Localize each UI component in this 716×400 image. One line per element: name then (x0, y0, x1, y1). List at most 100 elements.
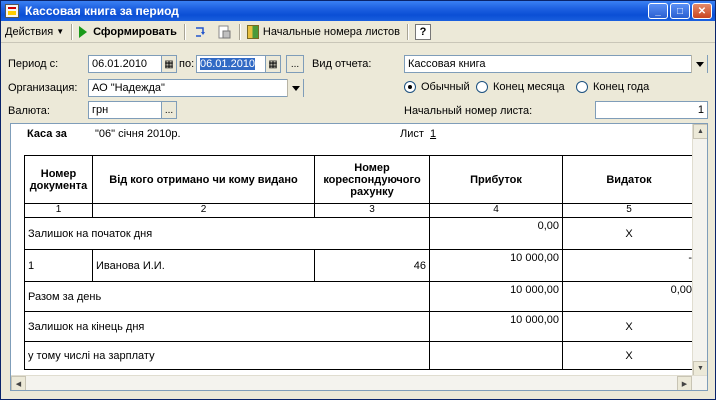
period-from-field[interactable]: 06.01.2010 (88, 55, 162, 73)
period-to-value: 06.01.2010 (200, 58, 256, 70)
period-to-field[interactable]: 06.01.2010 (196, 55, 266, 73)
currency-select-button[interactable]: ... (161, 101, 177, 119)
settings-button[interactable] (212, 22, 236, 42)
table-row: 1 Иванова И.И. 46 10 000,00 - (24, 249, 696, 282)
mode-year-end-label: Конец года (593, 81, 650, 93)
app-icon (5, 4, 19, 18)
toolbar: Действия ▼ Сформировать Начальные номера… (1, 21, 715, 43)
report-type-label: Вид отчета: (312, 58, 372, 70)
page-numbers-label: Начальные номера листов (262, 25, 400, 38)
chevron-down-icon: ▼ (56, 27, 65, 36)
day-total-label: Разом за день (24, 281, 430, 312)
actions-menu-label: Действия (5, 25, 54, 38)
opening-balance-expense: X (562, 217, 696, 250)
minimize-button[interactable]: _ (648, 3, 668, 19)
scroll-left-arrow[interactable]: ◀ (11, 376, 26, 390)
page-numbers-button[interactable]: Начальные номера листов (243, 22, 404, 42)
toolbar-separator (407, 23, 408, 40)
start-page-field[interactable]: 1 (595, 101, 708, 119)
header-doc-no: Номер документа (24, 155, 93, 204)
salary-expense: X (562, 341, 696, 370)
col-number: 5 (562, 203, 696, 218)
sheet-label: Лист (400, 128, 424, 140)
mode-month-end-radio[interactable]: Конец месяца (476, 81, 565, 93)
col-number: 4 (429, 203, 563, 218)
report-date: "06" січня 2010р. (95, 128, 181, 140)
scroll-up-arrow[interactable]: ▲ (693, 124, 707, 139)
entry-expense: - (562, 249, 696, 282)
header-income: Прибуток (429, 155, 563, 204)
cash-book-window: Кассовая книга за период _ □ ✕ Действия … (0, 0, 716, 400)
generate-label: Сформировать (93, 25, 177, 38)
refresh-button[interactable] (188, 22, 212, 42)
report-type-select[interactable]: Кассовая книга (404, 55, 708, 73)
report-type-value: Кассовая книга (408, 58, 486, 70)
mode-year-end-radio[interactable]: Конец года (576, 81, 649, 93)
header-corr-account: Номер кореспондуючого рахунку (314, 155, 430, 204)
closing-balance-label: Залишок на кінець дня (24, 311, 430, 342)
vertical-scrollbar[interactable]: ▲ ▼ (692, 124, 707, 376)
report-type-dropdown-button[interactable] (691, 55, 707, 73)
scroll-down-arrow[interactable]: ▼ (693, 361, 707, 376)
entry-income: 10 000,00 (429, 249, 563, 282)
period-select-button[interactable]: ... (286, 55, 304, 73)
help-button[interactable]: ? (411, 22, 435, 42)
entry-doc-no: 1 (24, 249, 93, 282)
maximize-button[interactable]: □ (670, 3, 690, 19)
opening-balance-label: Залишок на початок дня (24, 217, 430, 250)
title-bar: Кассовая книга за период _ □ ✕ (1, 1, 715, 21)
period-from-label: Период с: (8, 58, 59, 70)
table-header-row: Номер документа Від кого отримано чи ком… (24, 155, 696, 204)
calendar-icon: ▦ (268, 58, 278, 70)
start-page-label: Начальный номер листа: (404, 105, 533, 117)
scroll-right-arrow[interactable]: ▶ (677, 376, 692, 390)
calendar-from-button[interactable]: ▦ (161, 55, 177, 73)
mode-normal-label: Обычный (421, 81, 470, 93)
cash-book-table: Номер документа Від кого отримано чи ком… (24, 155, 696, 370)
actions-menu-button[interactable]: Действия ▼ (1, 22, 68, 42)
table-row: у тому числі на зарплату X (24, 341, 696, 370)
mode-normal-radio[interactable]: Обычный (404, 81, 470, 93)
col-number: 3 (314, 203, 430, 218)
sheet-number: 1 (430, 128, 437, 140)
currency-field[interactable]: грн (88, 101, 162, 119)
toolbar-separator (183, 23, 185, 40)
report-document: Каса за "06" січня 2010р. Лист 1 Номер д… (10, 123, 708, 391)
play-icon (79, 25, 88, 38)
radio-icon (576, 81, 588, 93)
window-title: Кассовая книга за период (25, 4, 179, 18)
toolbar-separator (71, 23, 73, 40)
radio-icon (476, 81, 488, 93)
table-row: Разом за день 10 000,00 0,00 (24, 281, 696, 312)
org-dropdown-button[interactable] (287, 79, 303, 97)
day-total-expense: 0,00 (562, 281, 696, 312)
currency-label: Валюта: (8, 105, 50, 117)
entry-name: Иванова И.И. (92, 249, 315, 282)
report-settings-icon (216, 24, 232, 40)
close-button[interactable]: ✕ (692, 3, 712, 19)
kasa-label: Каса за (27, 128, 67, 140)
calendar-icon: ▦ (164, 58, 174, 70)
col-number: 1 (24, 203, 93, 218)
salary-income (429, 341, 563, 370)
mode-month-end-label: Конец месяца (493, 81, 565, 93)
column-number-row: 1 2 3 4 5 (24, 203, 696, 218)
table-row: Залишок на початок дня 0,00 X (24, 217, 696, 250)
refresh-arrows-icon (192, 24, 208, 40)
period-to-label: по: (179, 58, 195, 70)
day-total-income: 10 000,00 (429, 281, 563, 312)
salary-label: у тому числі на зарплату (24, 341, 430, 370)
header-expense: Видаток (562, 155, 696, 204)
toolbar-separator (238, 23, 240, 40)
book-icon (246, 24, 259, 39)
horizontal-scrollbar[interactable]: ◀ ▶ (11, 375, 707, 390)
org-value: АО "Надежда" (92, 82, 165, 94)
help-icon: ? (415, 23, 431, 40)
org-select[interactable]: АО "Надежда" (88, 79, 304, 97)
closing-balance-expense: X (562, 311, 696, 342)
opening-balance-income: 0,00 (429, 217, 563, 250)
generate-button[interactable]: Сформировать (75, 22, 181, 42)
calendar-to-button[interactable]: ▦ (265, 55, 281, 73)
org-label: Организация: (8, 82, 78, 94)
header-from-to: Від кого отримано чи кому видано (92, 155, 315, 204)
